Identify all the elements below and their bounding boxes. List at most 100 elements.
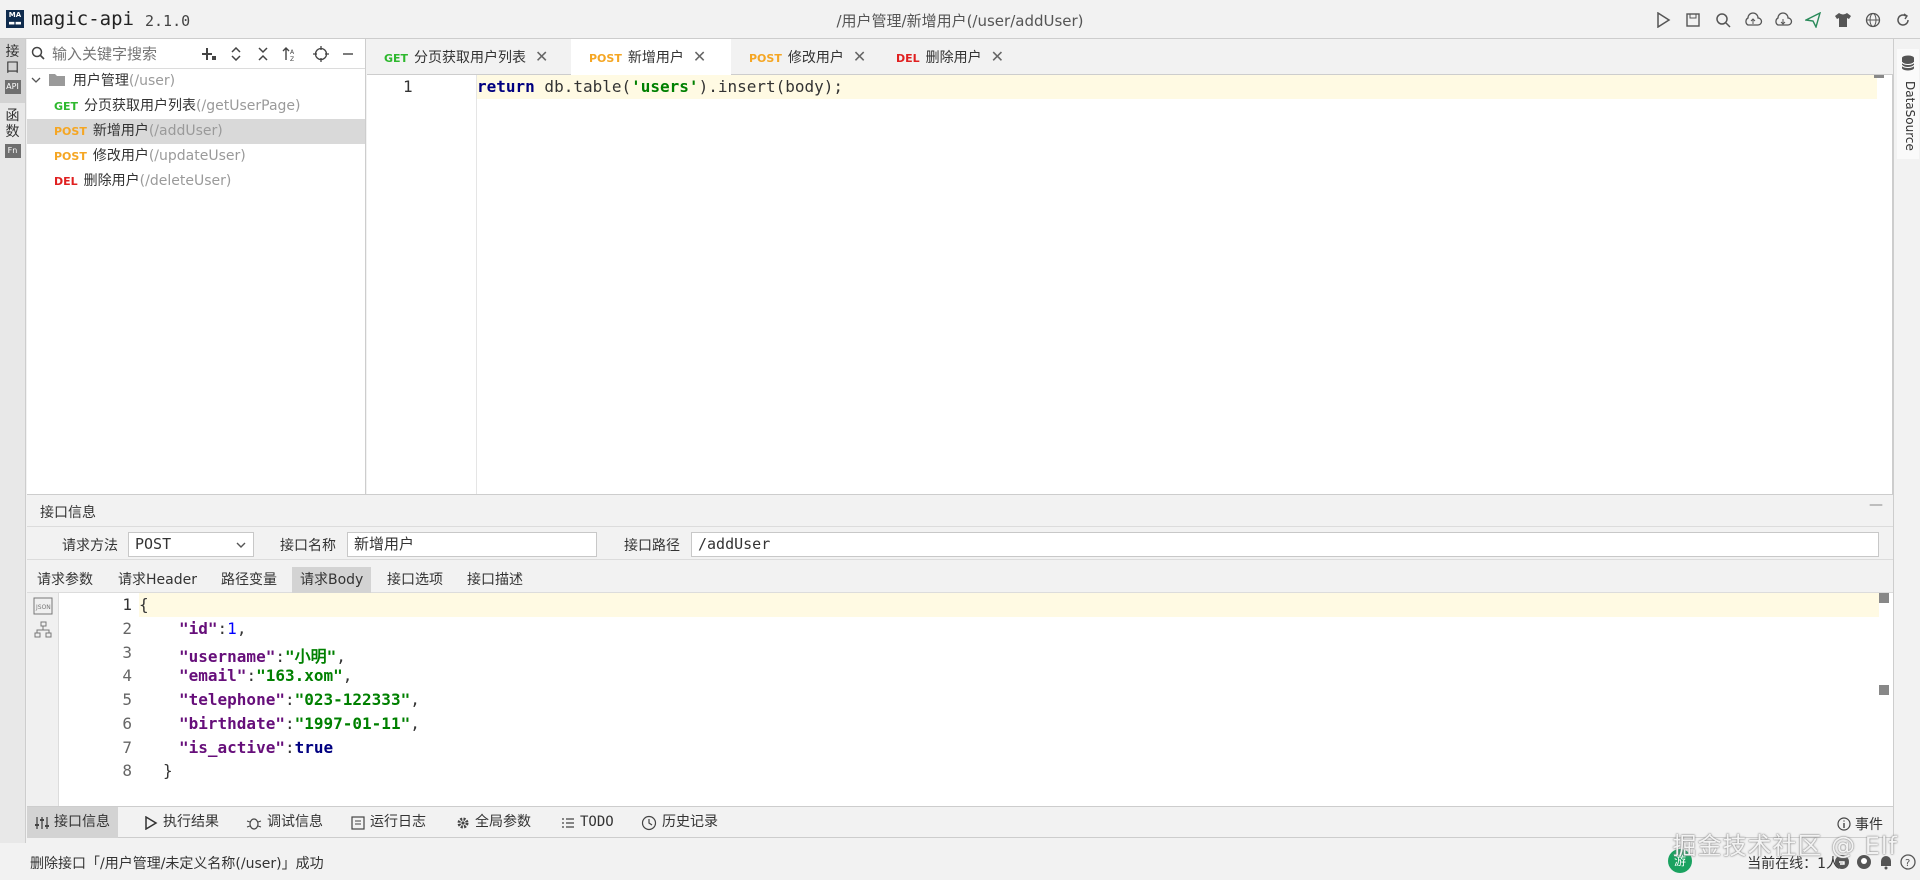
download-icon[interactable] [1769,8,1796,32]
api-path-input[interactable]: /addUser [691,532,1879,557]
tree-item-update-user[interactable]: POST 修改用户(/updateUser) [27,144,365,169]
bottom-tab-history[interactable]: 历史记录 [633,807,726,838]
code-keyword: return [477,77,535,96]
tree-group-user[interactable]: 用户管理(/user) [27,69,365,94]
help-icon[interactable]: ? [1900,854,1916,870]
bottom-tab-label: 接口信息 [54,814,110,830]
method-select[interactable]: POST [128,532,254,557]
json-sep: , [236,619,247,638]
request-body-editor[interactable]: JSON 1 2 3 4 5 6 7 8 { "id":1, "username… [27,593,1893,807]
tab-get-user-page[interactable]: GET 分页获取用户列表 ✕ [367,39,571,75]
bottom-tab-result[interactable]: 执行结果 [136,807,227,838]
datasource-label: DataSource [1903,81,1917,151]
datasource-tab[interactable]: DataSource [1897,49,1919,159]
status-bar: 删除接口「/用户管理/未定义名称(/user)」成功 游 当前在线：1人 ? [0,843,1920,880]
rail-tab-api-label: 接口 [5,44,20,76]
rail-tab-api[interactable]: 接口 API [0,39,25,103]
panel-title: 接口信息 [40,505,96,521]
chevron-down-icon [31,77,41,83]
collapse-all-icon[interactable] [249,43,276,65]
bottom-tab-api-info[interactable]: 接口信息 [27,807,118,838]
minimize-icon[interactable]: — [1869,497,1883,513]
line-number: 5 [122,690,132,709]
json-line: "telephone":"023-122333", [179,690,420,709]
save-icon[interactable] [1679,8,1706,32]
api-path: (/addUser) [148,123,223,139]
svg-text:?: ? [1905,858,1910,869]
script-editor[interactable]: 1 return db.table('users').insert(body); [367,75,1893,494]
tab-update-user[interactable]: POST 修改用户 ✕ [731,39,878,75]
right-rail: DataSource [1893,39,1920,843]
method-select-value: POST [135,535,172,553]
subtab-header[interactable]: 请求Header [110,567,205,593]
tab-delete-user[interactable]: DEL 删除用户 ✕ [878,39,1018,75]
subtab-options[interactable]: 接口选项 [379,567,451,593]
group-path: (/user) [128,73,176,89]
json-sep: , [342,666,353,685]
subtab-path-vars[interactable]: 路径变量 [213,567,285,593]
svg-text:Z: Z [290,56,294,62]
api-name-input[interactable]: 新增用户 [347,532,597,557]
minimize-icon[interactable] [334,43,361,65]
subtab-body[interactable]: 请求Body [292,567,372,593]
method-badge: GET [384,52,409,65]
json-key: "id" [179,619,218,638]
bottom-tab-label: 调试信息 [267,814,323,830]
send-icon[interactable] [1799,8,1826,32]
rail-tab-func[interactable]: 函数 Fn [0,103,25,167]
tree-item-add-user[interactable]: POST 新增用户(/addUser) [27,119,365,144]
json-line: "username":"小明", [179,647,346,666]
add-icon[interactable] [195,43,222,65]
subtab-params[interactable]: 请求参数 [29,567,101,593]
json-brace: { [139,595,149,614]
group-name: 用户管理 [72,73,129,89]
bottom-tab-logs[interactable]: 运行日志 [343,807,434,838]
sliders-icon [35,816,49,829]
tab-label: 修改用户 [787,50,844,66]
close-icon[interactable]: ✕ [535,47,548,66]
method-badge: GET [54,100,79,113]
line-number: 2 [122,619,132,638]
scrollbar-marker[interactable] [1879,685,1889,695]
refresh-icon[interactable] [1889,8,1916,32]
line-number: 3 [122,643,132,662]
expand-collapse-icon[interactable] [222,43,249,65]
upload-icon[interactable] [1739,8,1766,32]
api-path: (/updateUser) [148,148,246,164]
bottom-toolbar: 接口信息 执行结果 调试信息 运行日志 全局参数 TODO 历史记录 事件 [27,806,1893,838]
database-icon [1901,55,1915,71]
bottom-tab-global-params[interactable]: 全局参数 [448,807,539,838]
json-key: "email" [179,666,247,685]
shirt-icon[interactable] [1829,8,1856,32]
line-number: 8 [122,761,132,780]
tree-item-delete-user[interactable]: DEL 删除用户(/deleteUser) [27,169,365,194]
subtab-description[interactable]: 接口描述 [459,567,531,593]
tab-label: 新增用户 [627,50,684,66]
scrollbar-marker[interactable] [1874,75,1884,78]
globe-icon[interactable] [1859,8,1886,32]
json-brace: } [163,761,173,780]
scrollbar-marker[interactable] [1879,593,1889,603]
close-icon[interactable]: ✕ [853,47,866,66]
toolbar [1649,8,1916,32]
locate-icon[interactable] [307,43,334,65]
json-icon[interactable]: JSON [33,597,53,615]
method-label: 请求方法 [62,538,118,554]
tree-item-get-user-page[interactable]: GET 分页获取用户列表(/getUserPage) [27,94,365,119]
watermark: 掘金技术社区 @ Elf [1672,832,1898,860]
tab-add-user[interactable]: POST 新增用户 ✕ [571,39,731,76]
api-path: (/deleteUser) [139,173,232,189]
fn-icon: Fn [4,144,21,158]
close-icon[interactable]: ✕ [991,47,1004,66]
bottom-tab-todo[interactable]: TODO [553,807,622,838]
tree-structure-icon[interactable] [33,621,53,639]
run-icon[interactable] [1649,8,1676,32]
search-input[interactable] [52,43,202,65]
sidebar-search-bar: AZ [27,39,365,69]
sort-icon[interactable]: AZ [276,43,303,65]
bottom-tab-debug[interactable]: 调试信息 [238,807,331,838]
search-icon[interactable] [1709,8,1736,32]
method-badge: POST [54,150,87,163]
log-icon [351,815,365,830]
close-icon[interactable]: ✕ [693,47,706,66]
